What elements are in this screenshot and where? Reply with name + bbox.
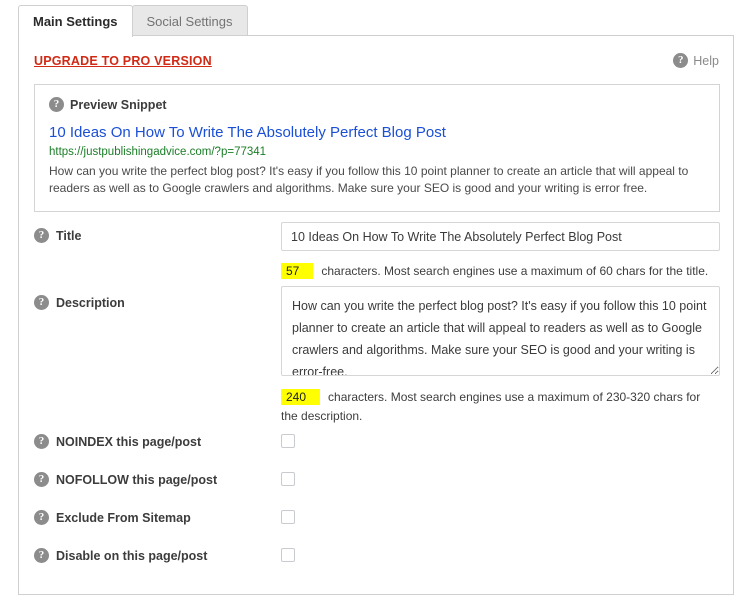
- preview-snippet-box: ? Preview Snippet 10 Ideas On How To Wri…: [34, 84, 720, 213]
- preview-snippet-heading: ? Preview Snippet: [49, 97, 705, 112]
- help-label: Help: [693, 53, 719, 68]
- disable-label: ? Disable on this page/post: [34, 548, 207, 563]
- main-settings-panel: UPGRADE TO PRO VERSION ? Help ? Preview …: [18, 35, 734, 595]
- nofollow-checkbox-cell: [281, 472, 295, 486]
- title-count-note: characters. Most search engines use a ma…: [321, 264, 709, 278]
- description-textarea[interactable]: How can you write the perfect blog post?…: [281, 286, 720, 376]
- question-mark-icon[interactable]: ?: [34, 548, 49, 563]
- nofollow-checkbox[interactable]: [281, 472, 295, 486]
- exclude-sitemap-checkbox-cell: [281, 510, 295, 524]
- description-label: ? Description: [34, 295, 125, 310]
- question-mark-icon[interactable]: ?: [34, 510, 49, 525]
- description-count-value: 240: [281, 389, 321, 405]
- help-link[interactable]: ? Help: [673, 53, 719, 68]
- preview-snippet-heading-label: Preview Snippet: [70, 97, 167, 112]
- title-character-counter: 57 characters. Most search engines use a …: [281, 262, 711, 281]
- description-character-counter: 240 characters. Most search engines use a…: [281, 388, 711, 427]
- noindex-checkbox[interactable]: [281, 434, 295, 448]
- title-field-column: 57 characters. Most search engines use a …: [281, 222, 720, 281]
- snippet-url: https://justpublishingadvice.com/?p=7734…: [49, 145, 267, 158]
- snippet-description: How can you write the perfect blog post?…: [49, 164, 689, 196]
- question-mark-icon: ?: [673, 53, 689, 68]
- tab-main-settings-label: Main Settings: [33, 14, 118, 29]
- title-input[interactable]: [281, 222, 720, 251]
- settings-tab-strip: Main Settings Social Settings: [0, 0, 750, 37]
- description-count-note: characters. Most search engines use a ma…: [281, 390, 701, 424]
- noindex-label: ? NOINDEX this page/post: [34, 434, 201, 449]
- title-count-value: 57: [281, 263, 314, 279]
- exclude-sitemap-checkbox[interactable]: [281, 510, 295, 524]
- question-mark-icon[interactable]: ?: [49, 97, 64, 112]
- description-field-column: How can you write the perfect blog post?…: [281, 286, 720, 427]
- question-mark-icon[interactable]: ?: [34, 295, 49, 310]
- disable-checkbox-cell: [281, 548, 295, 562]
- tab-social-settings-label: Social Settings: [146, 14, 233, 29]
- noindex-label-text: NOINDEX this page/post: [56, 434, 202, 449]
- title-label-text: Title: [56, 228, 82, 243]
- question-mark-icon[interactable]: ?: [34, 472, 49, 487]
- snippet-title[interactable]: 10 Ideas On How To Write The Absolutely …: [49, 123, 705, 143]
- tab-main-settings[interactable]: Main Settings: [18, 5, 133, 37]
- title-label: ? Title: [34, 228, 81, 243]
- upgrade-to-pro-link[interactable]: UPGRADE TO PRO VERSION: [34, 54, 212, 68]
- disable-label-text: Disable on this page/post: [56, 548, 208, 563]
- question-mark-icon[interactable]: ?: [34, 228, 49, 243]
- noindex-checkbox-cell: [281, 434, 295, 448]
- exclude-sitemap-label: ? Exclude From Sitemap: [34, 510, 191, 525]
- nofollow-label-text: NOFOLLOW this page/post: [56, 472, 218, 487]
- description-label-text: Description: [56, 295, 125, 310]
- question-mark-icon[interactable]: ?: [34, 434, 49, 449]
- nofollow-label: ? NOFOLLOW this page/post: [34, 472, 217, 487]
- disable-checkbox[interactable]: [281, 548, 295, 562]
- tab-social-settings[interactable]: Social Settings: [131, 5, 248, 37]
- exclude-sitemap-label-text: Exclude From Sitemap: [56, 510, 191, 525]
